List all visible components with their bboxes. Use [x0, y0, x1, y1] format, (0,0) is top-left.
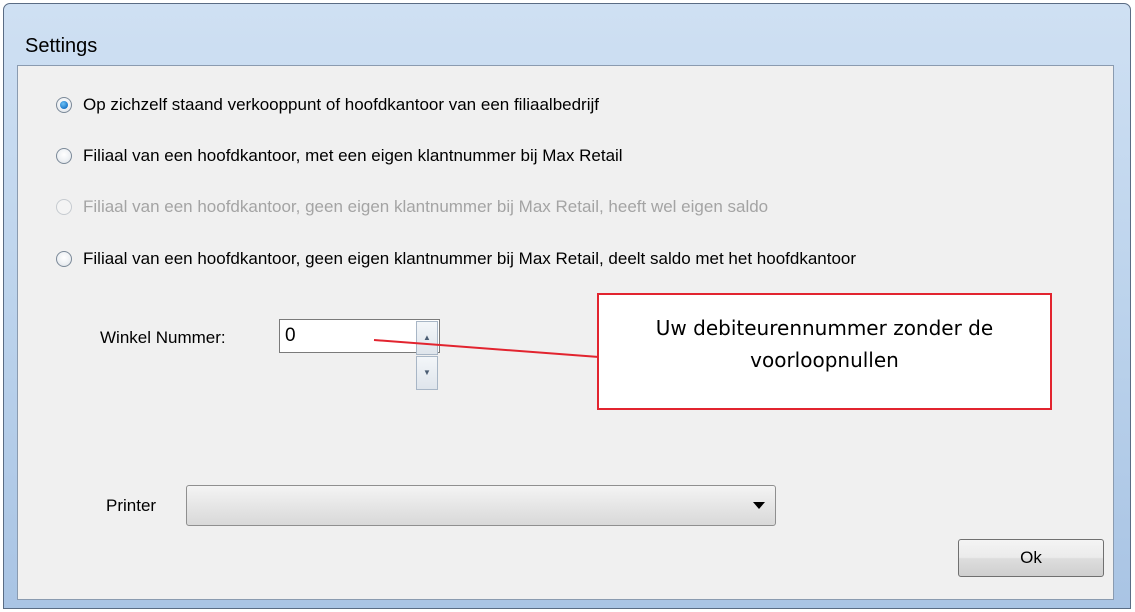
window-title: Settings — [25, 35, 98, 57]
printer-label: Printer — [106, 496, 157, 515]
radio-button[interactable] — [56, 148, 72, 164]
callout-line-2: voorloopnullen — [750, 348, 899, 372]
number-spinner[interactable]: ▲ ▼ — [416, 321, 438, 390]
option-branch-own-number[interactable]: Filiaal van een hoofdkantoor, met een ei… — [56, 145, 623, 167]
printer-dropdown[interactable] — [186, 485, 776, 526]
settings-window: Settings Op zichzelf staand verkooppunt … — [3, 3, 1131, 609]
callout-line-1: Uw debiteurennummer zonder de — [655, 316, 994, 340]
spin-down-icon[interactable]: ▼ — [416, 356, 438, 390]
option-label: Filiaal van een hoofdkantoor, geen eigen… — [83, 197, 769, 216]
spin-up-icon[interactable]: ▲ — [416, 321, 438, 355]
winkel-nummer-input[interactable]: 0 ▲ ▼ — [279, 319, 440, 390]
option-standalone[interactable]: Op zichzelf staand verkooppunt of hoofdk… — [56, 94, 599, 116]
option-label: Filiaal van een hoofdkantoor, geen eigen… — [83, 249, 857, 268]
dropdown-arrow-icon[interactable] — [753, 502, 765, 509]
winkel-nummer-value: 0 — [285, 325, 296, 346]
annotation-callout: Uw debiteurennummer zonder de voorloopnu… — [597, 293, 1052, 410]
option-label: Filiaal van een hoofdkantoor, met een ei… — [83, 146, 623, 165]
radio-button[interactable] — [56, 251, 72, 267]
option-branch-own-balance: Filiaal van een hoofdkantoor, geen eigen… — [56, 196, 768, 218]
title-bar[interactable]: Settings — [4, 4, 1130, 66]
radio-button-selected[interactable] — [56, 97, 72, 113]
radio-button-disabled — [56, 199, 72, 215]
option-branch-shared-balance[interactable]: Filiaal van een hoofdkantoor, geen eigen… — [56, 248, 856, 270]
option-label: Op zichzelf staand verkooppunt of hoofdk… — [83, 95, 599, 114]
dialog-body: Op zichzelf staand verkooppunt of hoofdk… — [17, 65, 1114, 600]
winkel-nummer-label: Winkel Nummer: — [100, 328, 226, 347]
ok-button[interactable]: Ok — [958, 539, 1104, 577]
